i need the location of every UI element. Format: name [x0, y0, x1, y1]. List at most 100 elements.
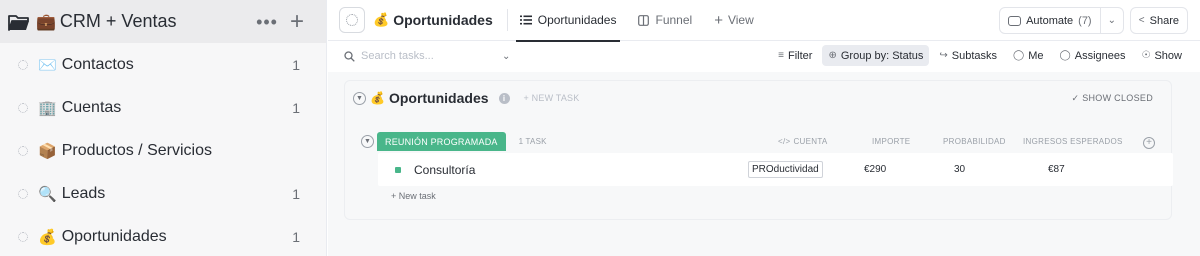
subtasks-icon: ↪: [939, 50, 948, 61]
more-options-icon[interactable]: •••: [256, 13, 278, 31]
list-icon: [519, 15, 532, 25]
column-header-probabilidad[interactable]: PROBABILIDAD: [943, 137, 1006, 146]
search-icon: [344, 50, 355, 62]
list-heading: Oportunidades: [388, 90, 489, 106]
money-bag-icon: 💰: [38, 228, 57, 246]
money-bag-icon: 💰: [370, 91, 385, 105]
assignees-button[interactable]: ◯ Assignees: [1054, 45, 1132, 66]
tab-label: Oportunidades: [537, 13, 617, 27]
info-icon[interactable]: i: [498, 92, 510, 104]
column-header-cuenta[interactable]: </> CUENTA: [778, 137, 828, 146]
users-icon: ◯: [1059, 50, 1071, 61]
importe-cell[interactable]: €290: [864, 164, 886, 175]
column-header-importe[interactable]: IMPORTE: [872, 137, 910, 146]
column-headers: </> CUENTA IMPORTE PROBABILIDAD INGRESOS …: [345, 137, 1171, 149]
add-view-label: View: [727, 13, 754, 27]
tab-funnel[interactable]: Funnel: [634, 0, 696, 41]
tab-label: Funnel: [655, 13, 693, 27]
eye-icon: ☉: [1141, 50, 1151, 61]
sidebar-item-label: Oportunidades: [61, 227, 167, 245]
new-task-button[interactable]: + New task: [391, 191, 436, 201]
share-icon: <: [1138, 15, 1145, 26]
assignees-label: Assignees: [1074, 49, 1126, 62]
sidebar-item-count: 1: [292, 56, 300, 73]
filter-label: Filter: [788, 49, 813, 62]
status-dot[interactable]: [395, 167, 401, 173]
automate-button[interactable]: Automate (7) ⌄: [999, 7, 1124, 34]
magnifier-icon: 🔍: [38, 185, 57, 203]
loading-spinner-icon: [18, 145, 28, 156]
chevron-down-icon[interactable]: ⌄: [1101, 15, 1123, 26]
show-button[interactable]: ☉ Show: [1136, 45, 1189, 66]
robot-icon: [1008, 15, 1022, 26]
list-panel: ▼ 💰 Oportunidades i + NEW TASK ✓ SHOW CL…: [344, 80, 1173, 220]
show-label: Show: [1154, 49, 1182, 62]
add-column-icon[interactable]: +: [1143, 137, 1155, 149]
add-view-button[interactable]: + View: [714, 12, 754, 29]
filter-icon: ≡: [778, 50, 785, 61]
new-task-header-button[interactable]: + NEW TASK: [524, 93, 580, 103]
me-label: Me: [1028, 49, 1044, 62]
tab-oportunidades[interactable]: Oportunidades: [515, 0, 621, 42]
layers-icon: ⊕: [828, 50, 837, 61]
board-icon: [638, 14, 650, 26]
sidebar-item-label: Contactos: [61, 55, 134, 73]
sidebar-item-label: Productos / Servicios: [61, 141, 212, 159]
share-label: Share: [1149, 14, 1179, 27]
briefcase-icon: 💼: [36, 13, 56, 31]
me-button[interactable]: ◯ Me: [1007, 45, 1049, 66]
toolbar: ⌄ ≡ Filter ⊕ Group by: Status ↪ Subtasks…: [328, 41, 1200, 72]
sidebar-item-count: 1: [292, 185, 300, 202]
subtasks-label: Subtasks: [951, 49, 998, 62]
group-by-label: Group by: Status: [840, 49, 924, 62]
loading-spinner-icon: [346, 14, 358, 26]
subtasks-button[interactable]: ↪ Subtasks: [933, 45, 1003, 66]
list-title[interactable]: 💰 Oportunidades: [373, 12, 493, 28]
office-building-icon: 🏢: [38, 99, 57, 117]
space-header[interactable]: 💼 CRM + Ventas ••• +: [0, 0, 326, 43]
search-box[interactable]: ⌄: [340, 45, 520, 67]
link-icon: </>: [778, 137, 791, 146]
sidebar-item-label: Cuentas: [61, 98, 122, 116]
sidebar-item-productos-servicios[interactable]: 📦 Productos / Servicios: [0, 129, 326, 172]
loading-spinner-icon: [18, 102, 28, 113]
probabilidad-cell[interactable]: 30: [954, 164, 965, 175]
automate-count: (7): [1078, 14, 1092, 27]
automate-label: Automate: [1026, 14, 1074, 27]
chevron-down-icon[interactable]: ⌄: [502, 51, 510, 62]
share-button[interactable]: < Share: [1129, 7, 1188, 34]
sidebar-item-count: 1: [292, 99, 300, 116]
envelope-icon: ✉️: [38, 56, 57, 74]
divider: [506, 9, 508, 31]
sidebar-item-oportunidades[interactable]: 💰 Oportunidades 1: [0, 215, 326, 256]
money-bag-icon: 💰: [373, 12, 390, 27]
sidebar-item-leads[interactable]: 🔍 Leads 1: [0, 172, 326, 215]
loading-spinner-icon: [18, 59, 28, 70]
loading-spinner-icon: [18, 231, 28, 242]
collapse-list-icon[interactable]: ▼: [353, 91, 366, 105]
filter-button[interactable]: ≡ Filter: [772, 45, 818, 66]
package-icon: 📦: [38, 142, 57, 160]
list-content: ▼ 💰 Oportunidades i + NEW TASK ✓ SHOW CL…: [328, 72, 1200, 256]
sidebar: 💼 CRM + Ventas ••• + ✉️ Contactos 1 🏢 Cu…: [0, 0, 327, 256]
table-row[interactable]: Consultoría PROductividad €290 30 €87: [378, 153, 1173, 186]
space-title: CRM + Ventas: [59, 11, 177, 31]
column-header-ingresos-esperados[interactable]: INGRESOS ESPERADOS: [1023, 137, 1123, 146]
view-header: 💰 Oportunidades Oportunidades Funnel + V…: [328, 0, 1200, 42]
sidebar-item-cuentas[interactable]: 🏢 Cuentas 1: [0, 86, 326, 129]
sidebar-item-label: Leads: [61, 184, 106, 202]
user-icon: ◯: [1013, 50, 1025, 61]
ingresos-cell[interactable]: €87: [1048, 164, 1065, 175]
plus-icon: +: [714, 11, 723, 29]
group-by-button[interactable]: ⊕ Group by: Status: [822, 45, 930, 66]
search-input[interactable]: [361, 50, 496, 62]
cuenta-tag[interactable]: PROductividad: [748, 161, 823, 178]
loading-spinner-icon: [18, 188, 28, 199]
show-closed-button[interactable]: ✓ SHOW CLOSED: [1072, 93, 1153, 104]
task-name[interactable]: Consultoría: [414, 163, 475, 177]
sidebar-item-count: 1: [292, 228, 300, 245]
add-list-button[interactable]: +: [290, 9, 304, 34]
folder-open-icon: [8, 14, 29, 31]
sidebar-item-contactos[interactable]: ✉️ Contactos 1: [0, 43, 326, 86]
list-status-button[interactable]: [339, 7, 365, 33]
